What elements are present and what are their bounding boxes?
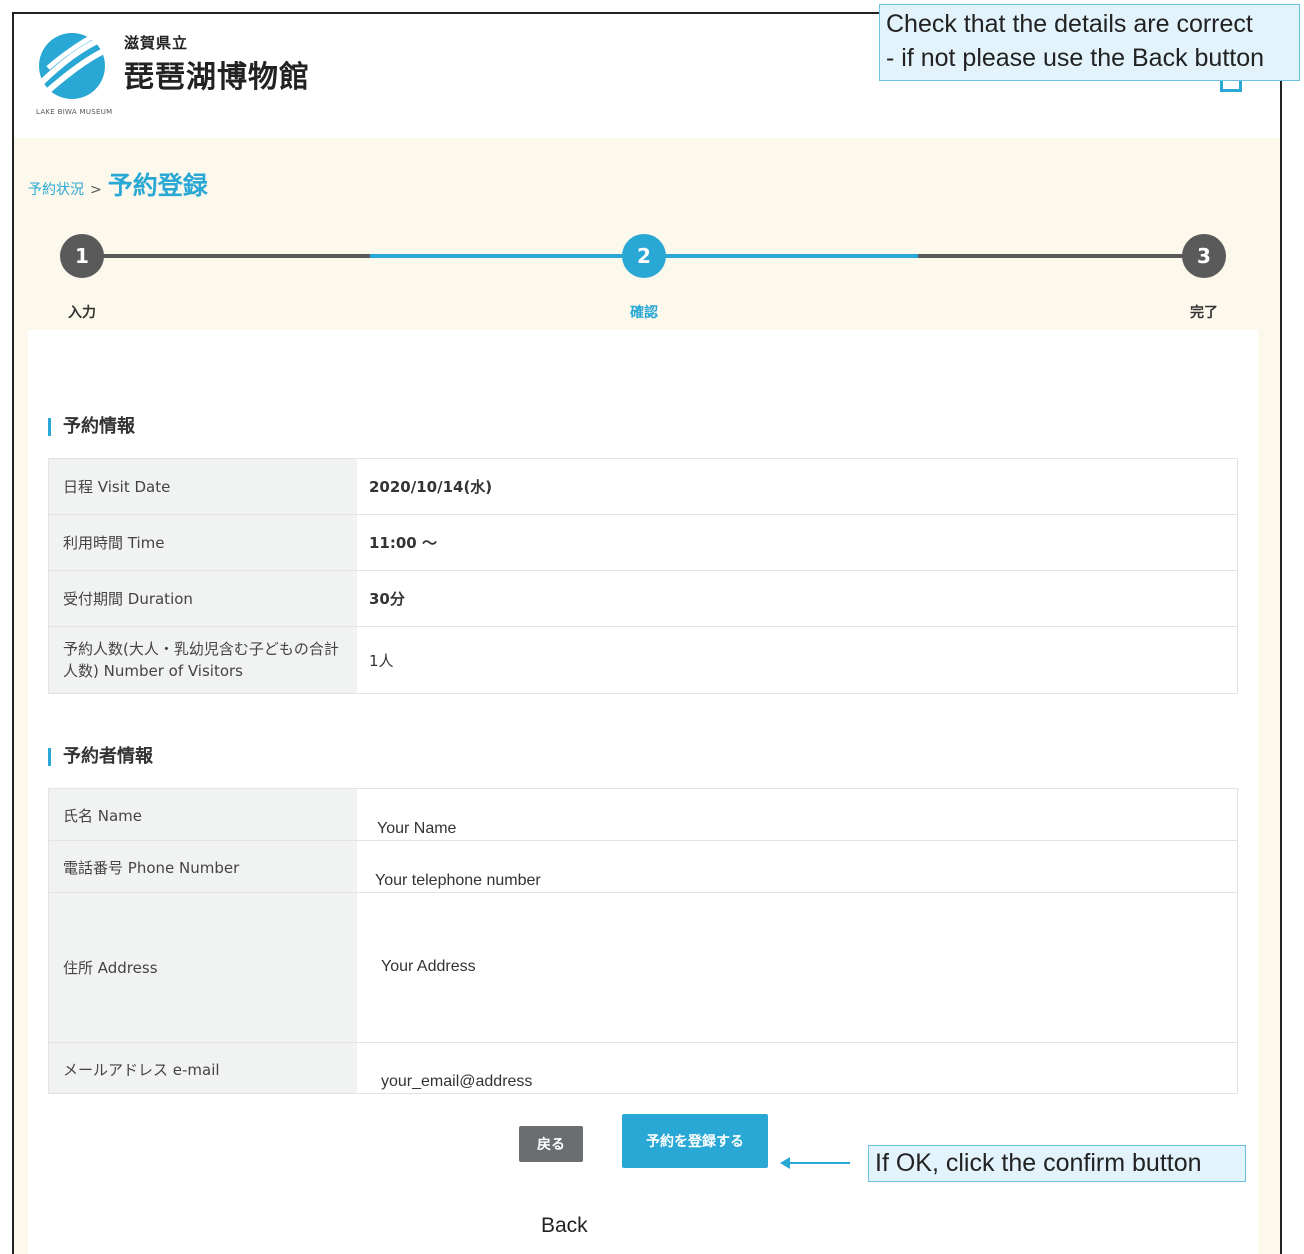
step-line-1 — [84, 254, 370, 258]
phone-label: 電話番号 Phone Number — [49, 841, 357, 892]
logo-museum-name: 琵琶湖博物館 — [124, 60, 310, 95]
annotation-confirm: If OK, click the confirm button — [868, 1145, 1246, 1182]
breadcrumb-separator: > — [90, 182, 102, 198]
name-label: 氏名 Name — [49, 789, 357, 840]
phone-value: Your telephone number — [375, 872, 541, 889]
step-3-label: 完了 — [1190, 305, 1218, 321]
step-line-3 — [918, 254, 1192, 258]
confirmation-card: 予約情報 日程 Visit Date 2020/10/14(水) 利用時間 Ti… — [28, 330, 1258, 1254]
customer-table: 氏名 Name Your Name 電話番号 Phone Number Your… — [48, 788, 1238, 1094]
duration-label: 受付期間 Duration — [49, 571, 357, 626]
visit-date-label: 日程 Visit Date — [49, 459, 357, 514]
time-value: 11:00 ～ — [369, 534, 437, 552]
content-area: 予約状況 > 予約登録 1 2 3 入力 確認 完了 予約情報 日程 Visit… — [14, 138, 1280, 1254]
visitors-value: 1人 — [369, 651, 394, 670]
address-label: 住所 Address — [49, 893, 357, 1042]
table-row: 住所 Address Your Address — [49, 893, 1237, 1043]
name-value: Your Name — [377, 820, 457, 837]
visitors-label: 予約人数(大人・乳幼児含む子どもの合計人数) Number of Visitor… — [49, 627, 357, 693]
visit-date-value: 2020/10/14(水) — [369, 478, 493, 496]
back-button[interactable]: 戻る — [519, 1126, 583, 1162]
page-title: 予約登録 — [107, 171, 208, 200]
breadcrumb: 予約状況 > 予約登録 — [28, 166, 208, 202]
annotation-line-1: Check that the details are correct — [886, 10, 1253, 38]
step-1-circle: 1 — [60, 234, 104, 278]
logo-prefecture-text: 滋賀県立 — [124, 34, 189, 52]
table-row: メールアドレス e-mail your_email@address — [49, 1043, 1237, 1093]
time-label: 利用時間 Time — [49, 515, 357, 570]
annotation-check-details: Check that the details are correct - if … — [879, 4, 1300, 81]
annotation-back: Back — [541, 1214, 588, 1237]
table-row: 予約人数(大人・乳幼児含む子どもの合計人数) Number of Visitor… — [49, 627, 1237, 693]
address-value: Your Address — [381, 957, 476, 975]
page-frame: 滋賀県立 琵琶湖博物館 LAKE BIWA MUSEUM 予約状況 > 予約登録… — [12, 12, 1282, 1254]
logo-subtitle: LAKE BIWA MUSEUM — [36, 108, 113, 116]
museum-logo-icon[interactable] — [34, 28, 106, 104]
step-2-circle: 2 — [622, 234, 666, 278]
annotation-line-2: - if not please use the Back button — [886, 44, 1265, 72]
table-row: 受付期間 Duration 30分 — [49, 571, 1237, 627]
reservation-section-title: 予約情報 — [48, 418, 135, 436]
email-label: メールアドレス e-mail — [49, 1043, 357, 1093]
confirm-reservation-button[interactable]: 予約を登録する — [622, 1114, 768, 1168]
annotation-arrow-icon — [780, 1157, 850, 1169]
breadcrumb-link-status[interactable]: 予約状況 — [28, 179, 84, 199]
reservation-table: 日程 Visit Date 2020/10/14(水) 利用時間 Time 11… — [48, 458, 1238, 694]
customer-section-title: 予約者情報 — [48, 748, 153, 766]
table-row: 電話番号 Phone Number Your telephone number — [49, 841, 1237, 893]
progress-stepper: 1 2 3 入力 確認 完了 — [14, 230, 1280, 330]
duration-value: 30分 — [369, 590, 405, 608]
table-row: 利用時間 Time 11:00 ～ — [49, 515, 1237, 571]
table-row: 日程 Visit Date 2020/10/14(水) — [49, 459, 1237, 515]
step-1-label: 入力 — [68, 305, 96, 321]
step-2-label: 確認 — [630, 305, 658, 321]
table-row: 氏名 Name Your Name — [49, 789, 1237, 841]
step-3-circle: 3 — [1182, 234, 1226, 278]
email-value: your_email@address — [381, 1073, 533, 1090]
